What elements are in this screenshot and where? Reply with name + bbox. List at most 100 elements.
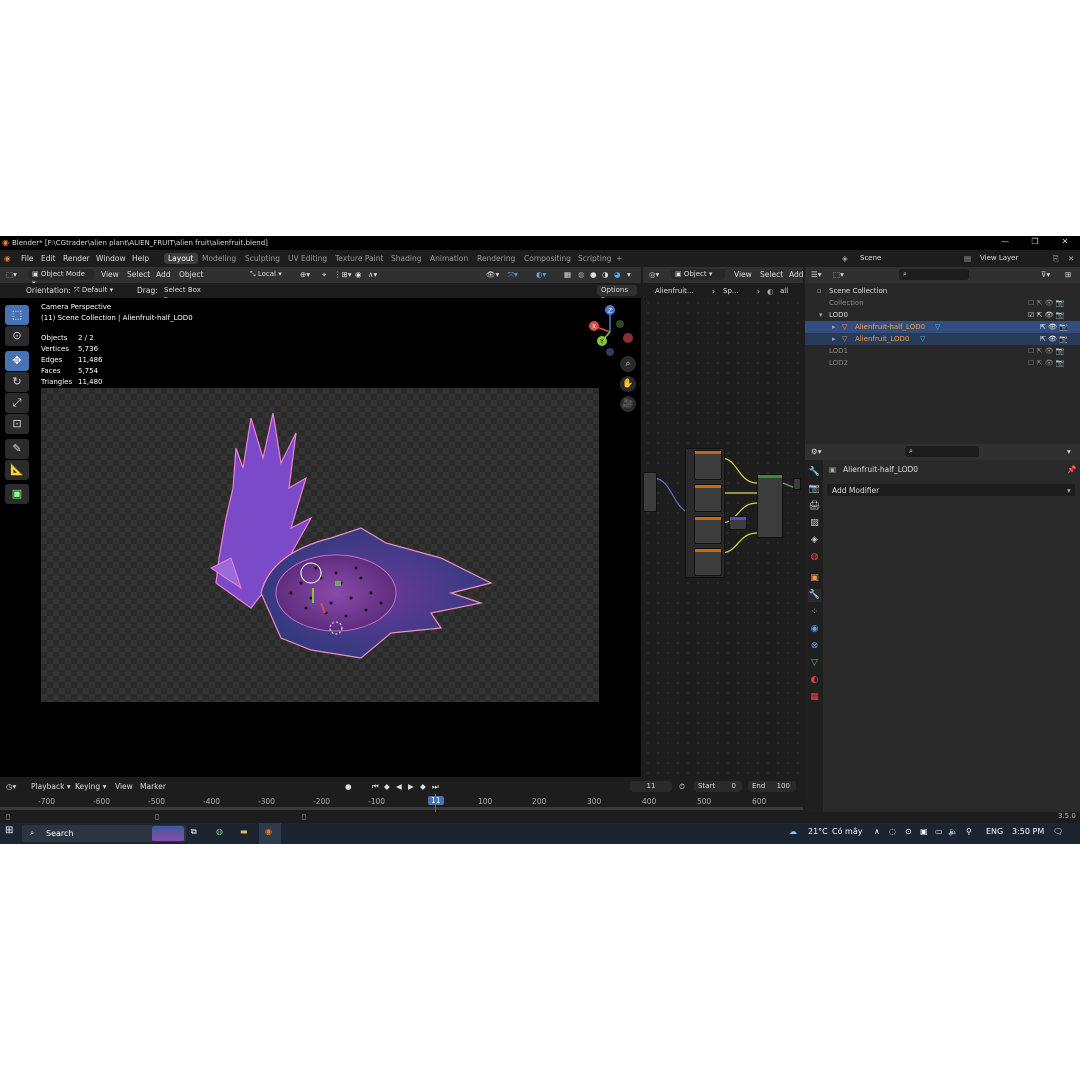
zoom-icon[interactable]: ⌕: [620, 356, 636, 372]
render-tab-icon[interactable]: 📷: [808, 483, 821, 496]
transform-pivot-dropdown[interactable]: ⤡ Local ▾: [246, 269, 294, 280]
scale-tool-icon[interactable]: ⤢: [5, 393, 29, 413]
outliner-row-lod1[interactable]: LOD1 ☐ ⇱ 👁 📷: [805, 345, 1080, 357]
shading-options-icon[interactable]: ▾: [627, 270, 631, 279]
next-keyframe-icon[interactable]: ◆: [420, 782, 426, 791]
snap-icon[interactable]: ⊕▾: [300, 270, 310, 279]
timeline-menu-keying[interactable]: Keying ▾: [75, 782, 106, 791]
node-image-texture-4[interactable]: [694, 548, 722, 576]
new-collection-icon[interactable]: ⊞: [1065, 270, 1071, 279]
record-icon[interactable]: ●: [345, 782, 352, 791]
taskbar-search-box[interactable]: ⌕ Search: [22, 825, 186, 842]
node-texture-coordinate[interactable]: [643, 472, 657, 512]
tab-compositing[interactable]: Compositing: [524, 254, 571, 263]
blender-menu-icon[interactable]: ◉: [4, 254, 11, 263]
3d-viewport[interactable]: ⬚ ⊙ ✥ ↻ ⤢ ⊡ ✎ 📐 ▣ Camera Perspective (11…: [0, 298, 641, 777]
weather-icon[interactable]: ☁: [789, 827, 797, 836]
properties-options-icon[interactable]: ▾: [1067, 447, 1071, 456]
annotate-tool-icon[interactable]: ✎: [5, 439, 29, 459]
visibility-icon[interactable]: 👁▾: [486, 270, 499, 279]
viewport-menu-view[interactable]: View: [101, 270, 119, 279]
clock[interactable]: 3:50 PM: [1012, 827, 1044, 836]
timeline-menu-view[interactable]: View: [115, 782, 133, 791]
shader-node-editor[interactable]: [643, 298, 801, 777]
outliner-row-lod2[interactable]: LOD2 ☐ ⇱ 👁 📷: [805, 357, 1080, 369]
prev-keyframe-icon[interactable]: ◆: [384, 782, 390, 791]
scene-selector[interactable]: Scene: [856, 253, 930, 264]
end-frame-field[interactable]: End 100: [748, 781, 796, 792]
cursor-tool-icon[interactable]: ⊙: [5, 326, 29, 346]
weather-temp[interactable]: 21°C: [808, 827, 828, 836]
viewport-menu-add[interactable]: Add: [156, 270, 171, 279]
move-tool-icon[interactable]: ✥: [5, 351, 29, 371]
outliner-row-collection[interactable]: Collection ☐ ⇱ 👁 📷: [805, 297, 1080, 309]
outliner-row-lod0[interactable]: ▾ LOD0 ☑ ⇱ 👁 📷: [805, 309, 1080, 321]
volume-icon[interactable]: 🔈: [948, 827, 958, 836]
file-explorer-icon[interactable]: ▬: [240, 827, 248, 836]
rotate-tool-icon[interactable]: ↻: [5, 372, 29, 392]
add-workspace-icon[interactable]: +: [616, 254, 622, 263]
options-dropdown[interactable]: Options ▾: [597, 285, 637, 303]
node-image-texture-1[interactable]: [694, 450, 722, 480]
expand-icon[interactable]: ▾: [819, 309, 823, 321]
node-menu-view[interactable]: View: [734, 270, 752, 279]
tray-icon-1[interactable]: ◌: [889, 827, 896, 836]
row-icons[interactable]: ☐ ⇱ 👁 📷: [1028, 357, 1064, 369]
tab-sculpting[interactable]: Sculpting: [245, 254, 280, 263]
snap-target-icon[interactable]: ⋮⊞▾: [334, 270, 352, 279]
particles-tab-icon[interactable]: ⁘: [808, 606, 821, 619]
viewport-menu-object[interactable]: Object: [179, 270, 203, 279]
rendered-shading-icon[interactable]: ◕: [614, 270, 621, 279]
display-mode-icon[interactable]: ⬚▾: [833, 270, 844, 279]
overlays-toggle-icon[interactable]: ◐▾: [536, 270, 546, 279]
current-frame-field[interactable]: 11: [630, 781, 672, 792]
orientation-dropdown[interactable]: ⤧ Default ▾: [70, 285, 130, 296]
node-menu-select[interactable]: Select: [760, 270, 783, 279]
node-material-output[interactable]: [793, 478, 801, 490]
output-tab-icon[interactable]: 🖨: [808, 500, 821, 513]
expand-icon[interactable]: ▸: [832, 321, 836, 333]
play-icon[interactable]: ▶: [408, 782, 414, 791]
wireframe-shading-icon[interactable]: ◍: [578, 270, 585, 279]
mode-dropdown[interactable]: ▣ Object Mode ▾: [28, 269, 94, 287]
drag-dropdown[interactable]: Select Box ▾: [160, 285, 210, 303]
pan-hand-icon[interactable]: ✋: [620, 376, 636, 392]
row-icons[interactable]: ☐ ⇱ 👁 📷: [1028, 297, 1064, 309]
node-principled-bsdf[interactable]: [757, 474, 783, 538]
world-tab-icon[interactable]: ◍: [808, 551, 821, 564]
node-editor-type-icon[interactable]: ◎▾: [649, 270, 659, 279]
outliner-row-alienfruit-half[interactable]: ▸ ▽ Alienfruit-half_LOD0 ▽ ⇱ 👁 📷: [805, 321, 1080, 333]
filter-icon[interactable]: ⊽▾: [1041, 270, 1050, 279]
proportional-edit-icon[interactable]: ◉: [355, 270, 362, 279]
chrome-icon[interactable]: ◍: [216, 827, 223, 836]
row-icons[interactable]: ⇱ 👁 📷: [1040, 321, 1068, 333]
tab-layout[interactable]: Layout: [164, 253, 198, 264]
tray-icon-3[interactable]: ▣: [920, 827, 928, 836]
camera-view-icon[interactable]: 🎥: [620, 396, 636, 412]
viewport-menu-select[interactable]: Select: [127, 270, 150, 279]
xray-icon[interactable]: ▦: [564, 270, 571, 279]
gizmo-toggle-icon[interactable]: ⤧▾: [508, 270, 518, 280]
tab-scripting[interactable]: Scripting: [578, 254, 611, 263]
node-image-texture-3[interactable]: [694, 516, 722, 544]
outliner-row-scene-collection[interactable]: ▫ Scene Collection: [805, 285, 1080, 297]
material-tab-icon[interactable]: ◐: [808, 674, 821, 687]
properties-type-icon[interactable]: ⚙▾: [811, 447, 822, 456]
breadcrumb-object[interactable]: Alienfruit...: [655, 287, 694, 295]
node-normal-map[interactable]: [729, 516, 747, 530]
view-layer-tab-icon[interactable]: ▨: [808, 517, 821, 530]
tab-shading[interactable]: Shading: [391, 254, 421, 263]
menu-edit[interactable]: Edit: [41, 254, 56, 263]
constraints-tab-icon[interactable]: ⊗: [808, 640, 821, 653]
tab-animation[interactable]: Animation: [430, 254, 468, 263]
outliner-search-input[interactable]: ⌕: [899, 269, 969, 280]
node-image-texture-2[interactable]: [694, 484, 722, 512]
node-type-dropdown[interactable]: ▣ Object ▾: [671, 269, 725, 280]
row-icons[interactable]: ☐ ⇱ 👁 📷: [1028, 345, 1064, 357]
task-view-icon[interactable]: ⧉: [191, 827, 197, 837]
restore-icon[interactable]: ❐: [1020, 237, 1050, 249]
data-tab-icon[interactable]: ▽: [808, 657, 821, 670]
remove-view-layer-icon[interactable]: ✕: [1068, 254, 1074, 263]
falloff-icon[interactable]: ∧▾: [368, 270, 377, 279]
menu-window[interactable]: Window: [96, 254, 126, 263]
